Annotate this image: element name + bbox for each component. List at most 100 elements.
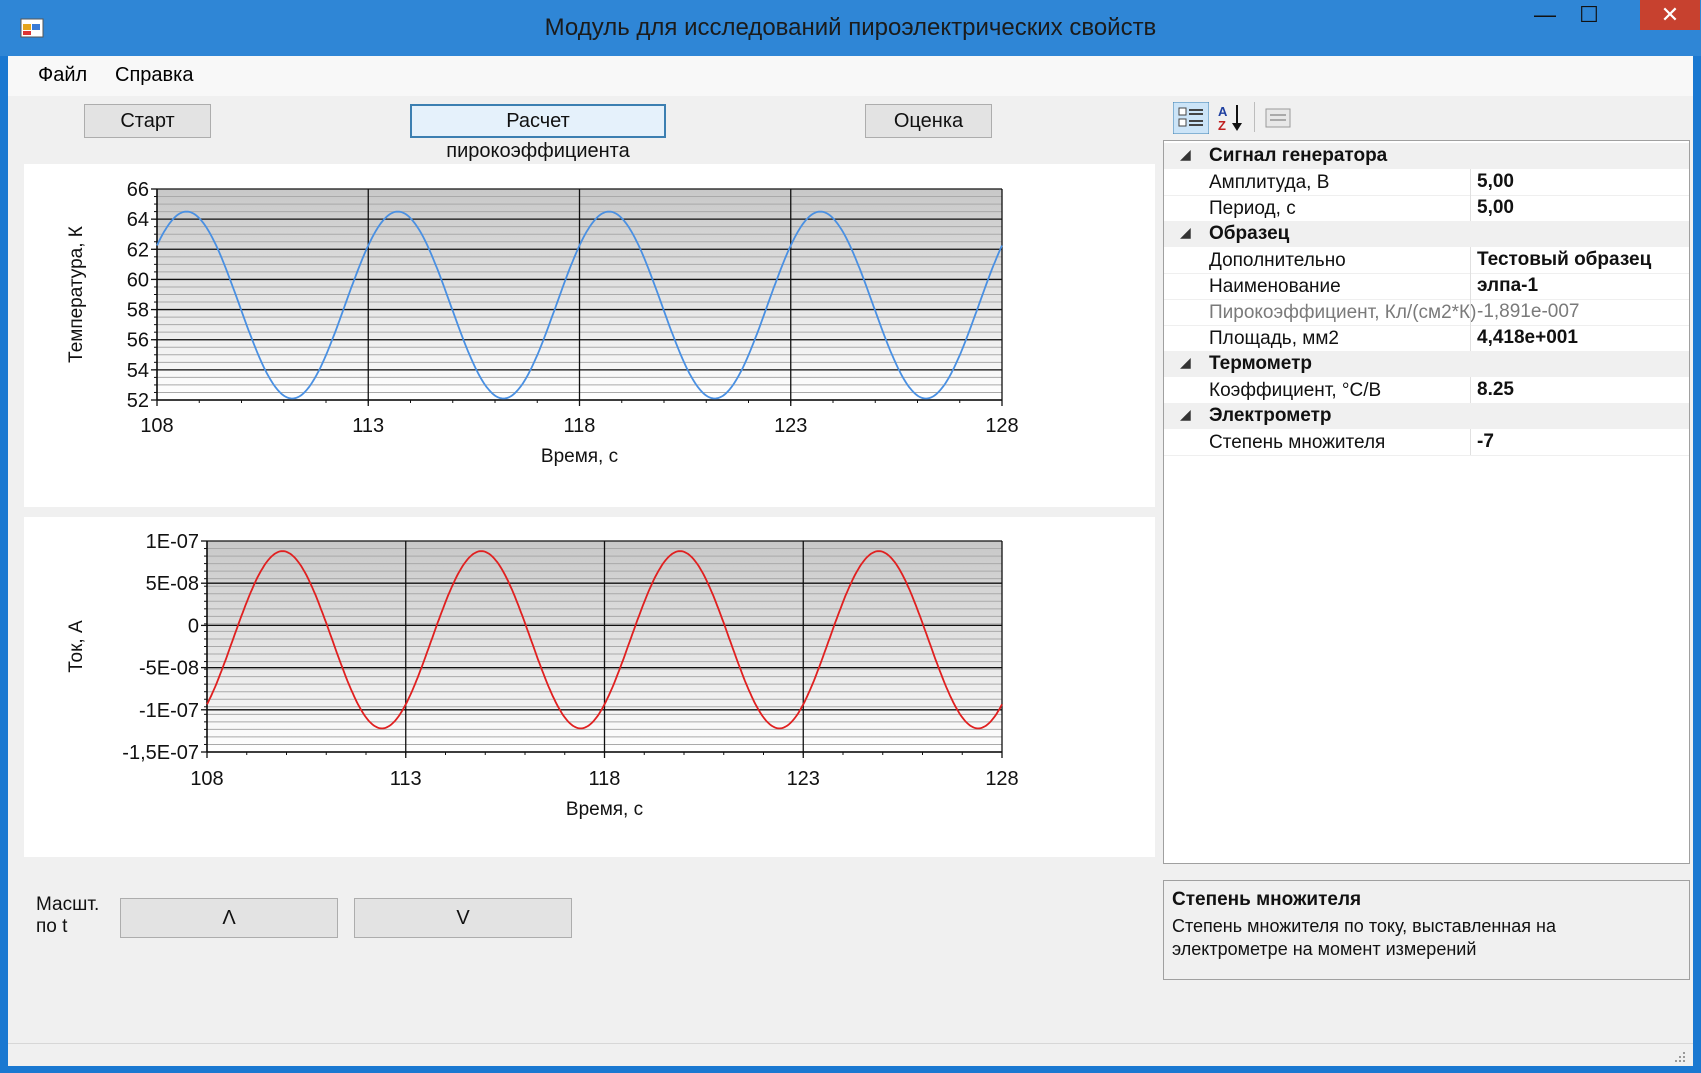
column-separator bbox=[1470, 325, 1471, 351]
time-scale-label-line2: по t bbox=[36, 916, 68, 937]
collapse-arrow-icon[interactable]: ◢ bbox=[1180, 224, 1191, 241]
close-button[interactable]: ✕ bbox=[1640, 0, 1700, 30]
property-value[interactable]: Тестовый образец bbox=[1477, 249, 1687, 271]
category-electrometer[interactable]: ◢ Электрометр bbox=[1164, 403, 1689, 429]
x-tick-label: 118 bbox=[589, 768, 621, 790]
property-value[interactable]: 5,00 bbox=[1477, 171, 1687, 193]
time-scale-label-line1: Масшт. bbox=[36, 894, 100, 915]
category-label: Образец bbox=[1209, 223, 1290, 244]
estimate-button[interactable]: Оценка bbox=[865, 104, 992, 138]
property-row-area[interactable]: Площадь, мм2 4,418e+001 bbox=[1164, 325, 1689, 352]
property-pages-icon[interactable] bbox=[1263, 103, 1293, 133]
y-tick-label: 66 bbox=[127, 179, 149, 201]
property-name: Площадь, мм2 bbox=[1209, 328, 1339, 349]
property-name: Коэффициент, °С/В bbox=[1209, 380, 1382, 401]
property-row-amplitude[interactable]: Амплитуда, В 5,00 bbox=[1164, 169, 1689, 196]
client-area: Файл Справка Старт Расчет пирокоэффициен… bbox=[8, 56, 1693, 1066]
y-tick-label: -1E-07 bbox=[139, 700, 199, 722]
current-chart-panel: 1E-07 5E-08 0 -5E-08 -1E-07 -1,5E-07 108 113 118… bbox=[24, 517, 1155, 857]
property-value[interactable]: 5,00 bbox=[1477, 197, 1687, 219]
menu-file[interactable]: Файл bbox=[38, 64, 87, 87]
window-title: Модуль для исследований пироэлектрически… bbox=[544, 14, 1157, 41]
app-window: Модуль для исследований пироэлектрически… bbox=[0, 0, 1701, 1073]
category-label: Термометр bbox=[1209, 353, 1313, 374]
collapse-arrow-icon[interactable]: ◢ bbox=[1180, 146, 1191, 163]
property-grid-body: ◢ Сигнал генератора Амплитуда, В 5,00 Пе… bbox=[1163, 140, 1690, 864]
title-bar[interactable]: Модуль для исследований пироэлектрически… bbox=[0, 0, 1701, 56]
property-name: Наименование bbox=[1209, 276, 1341, 297]
menu-help[interactable]: Справка bbox=[115, 64, 193, 87]
svg-text:Z: Z bbox=[1218, 118, 1226, 133]
y-tick-label: 52 bbox=[127, 390, 149, 412]
y-tick-label: 1E-07 bbox=[146, 531, 199, 553]
y-tick-label: 0 bbox=[188, 615, 199, 637]
collapse-arrow-icon[interactable]: ◢ bbox=[1180, 354, 1191, 371]
x-tick-label: 128 bbox=[985, 768, 1018, 790]
property-value-readonly: -1,891e-007 bbox=[1477, 301, 1580, 322]
zoom-in-time-button[interactable]: Λ bbox=[120, 898, 338, 938]
column-separator bbox=[1470, 273, 1471, 299]
maximize-button[interactable]: ☐ bbox=[1566, 0, 1612, 30]
property-grid-toolbar: A Z bbox=[1163, 96, 1693, 138]
column-separator bbox=[1470, 195, 1471, 221]
temperature-chart-panel: 52 54 56 58 60 62 64 66 108 113 118 123 128 Время, с Т… bbox=[24, 164, 1155, 507]
help-title: Степень множителя bbox=[1172, 889, 1362, 910]
categorized-view-icon[interactable] bbox=[1173, 102, 1209, 134]
minimize-button[interactable]: — bbox=[1522, 0, 1568, 30]
property-name: Пирокоэффициент, Кл/(см2*К) bbox=[1209, 302, 1477, 323]
property-row-name[interactable]: Наименование элпа-1 bbox=[1164, 273, 1689, 300]
x-tick-label: 128 bbox=[985, 415, 1018, 437]
help-description: Степень множителя по току, выставленная … bbox=[1172, 916, 1556, 959]
x-axis-title: Время, с bbox=[541, 446, 618, 467]
resize-grip-icon[interactable] bbox=[1671, 1048, 1687, 1064]
menu-bar: Файл Справка bbox=[8, 56, 1693, 96]
category-label: Электрометр bbox=[1209, 405, 1332, 426]
column-separator bbox=[1470, 247, 1471, 273]
y-axis-title: Температура, К bbox=[66, 226, 87, 363]
property-row-coefficient[interactable]: Коэффициент, °С/В 8.25 bbox=[1164, 377, 1689, 404]
property-row-additional[interactable]: Дополнительно Тестовый образец bbox=[1164, 247, 1689, 274]
column-separator bbox=[1470, 169, 1471, 195]
category-generator[interactable]: ◢ Сигнал генератора bbox=[1164, 143, 1689, 169]
column-separator bbox=[1470, 299, 1471, 325]
property-value[interactable]: 8.25 bbox=[1477, 379, 1687, 401]
property-value[interactable]: -7 bbox=[1477, 431, 1687, 453]
y-tick-label: 58 bbox=[127, 300, 149, 322]
collapse-arrow-icon[interactable]: ◢ bbox=[1180, 406, 1191, 423]
x-tick-label: 113 bbox=[390, 768, 422, 790]
property-row-multiplier-exponent[interactable]: Степень множителя -7 bbox=[1164, 429, 1689, 456]
property-value[interactable]: 4,418e+001 bbox=[1477, 327, 1687, 349]
time-scale-label: Масшт. по t bbox=[36, 894, 116, 938]
y-tick-label: 62 bbox=[127, 239, 149, 261]
status-bar bbox=[8, 1043, 1693, 1066]
category-sample[interactable]: ◢ Образец bbox=[1164, 221, 1689, 247]
property-value[interactable]: элпа-1 bbox=[1477, 275, 1687, 297]
property-help-panel: Степень множителя Степень множителя по т… bbox=[1163, 880, 1690, 980]
calc-pyrocoefficient-button[interactable]: Расчет пирокоэффициента bbox=[410, 104, 666, 162]
y-tick-label: 5E-08 bbox=[146, 573, 199, 595]
property-name: Степень множителя bbox=[1209, 432, 1386, 453]
property-name: Амплитуда, В bbox=[1209, 172, 1330, 193]
property-name: Период, с bbox=[1209, 198, 1296, 219]
current-chart[interactable]: 1E-07 5E-08 0 -5E-08 -1E-07 -1,5E-07 108 113 118… bbox=[24, 517, 1155, 857]
start-button[interactable]: Старт bbox=[84, 104, 211, 138]
property-grid: A Z ◢ Сигнал генератора Амплитуда, В 5,0… bbox=[1163, 96, 1693, 980]
zoom-out-time-button[interactable]: V bbox=[354, 898, 572, 938]
y-tick-label: -5E-08 bbox=[139, 658, 199, 680]
y-tick-label: -1,5E-07 bbox=[122, 742, 199, 764]
x-tick-label: 108 bbox=[190, 768, 223, 790]
x-tick-label: 123 bbox=[774, 415, 807, 437]
category-thermometer[interactable]: ◢ Термометр bbox=[1164, 351, 1689, 377]
x-tick-label: 108 bbox=[140, 415, 173, 437]
property-row-period[interactable]: Период, с 5,00 bbox=[1164, 195, 1689, 222]
x-axis-title: Время, с bbox=[566, 799, 643, 820]
property-row-pyrocoefficient[interactable]: Пирокоэффициент, Кл/(см2*К) -1,891e-007 bbox=[1164, 299, 1689, 326]
x-tick-label: 113 bbox=[352, 415, 384, 437]
y-tick-label: 64 bbox=[127, 209, 149, 231]
property-name: Дополнительно bbox=[1209, 250, 1346, 271]
column-separator bbox=[1470, 377, 1471, 403]
toolbar-separator bbox=[1254, 102, 1255, 132]
temperature-chart[interactable]: 52 54 56 58 60 62 64 66 108 113 118 123 128 Время, с Т… bbox=[24, 164, 1155, 507]
y-tick-label: 54 bbox=[127, 360, 149, 382]
alphabetical-sort-icon[interactable]: A Z bbox=[1215, 102, 1247, 134]
